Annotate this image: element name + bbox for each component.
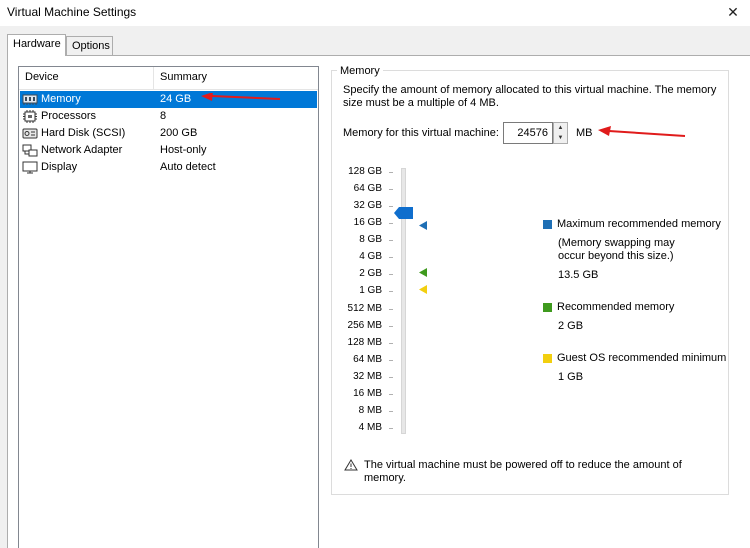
scale-tick bbox=[389, 377, 393, 378]
spin-up-icon[interactable]: ▲ bbox=[554, 123, 567, 133]
scale-tick bbox=[389, 257, 393, 258]
header-divider bbox=[19, 89, 318, 90]
scale-label: 8 MB bbox=[358, 405, 382, 416]
scale-tick bbox=[389, 274, 393, 275]
scale-label: 4 GB bbox=[359, 251, 382, 262]
device-summary: 24 GB bbox=[160, 93, 192, 105]
scale-label: 32 GB bbox=[353, 200, 382, 211]
scale-label: 64 MB bbox=[353, 354, 382, 365]
device-name: Display bbox=[41, 161, 78, 173]
processor-icon bbox=[23, 110, 37, 123]
scale-label: 1 GB bbox=[359, 285, 382, 296]
network-adapter-icon bbox=[22, 144, 38, 157]
summary-column-label: Summary bbox=[160, 71, 208, 83]
spin-down-icon[interactable]: ▼ bbox=[554, 133, 567, 143]
device-name: Processors bbox=[41, 110, 97, 122]
scale-label: 2 GB bbox=[359, 268, 382, 279]
guest-minimum-marker-icon bbox=[419, 285, 427, 294]
tab-hardware-label: Hardware bbox=[13, 38, 61, 50]
scale-tick bbox=[389, 206, 393, 207]
memory-field-label: Memory for this virtual machine: bbox=[343, 127, 499, 139]
device-column-header[interactable]: Device bbox=[19, 67, 154, 89]
scale-label: 128 MB bbox=[347, 337, 382, 348]
scale-tick bbox=[389, 189, 393, 190]
hard-disk-icon bbox=[22, 128, 38, 139]
warning-icon bbox=[344, 459, 358, 471]
scale-tick bbox=[389, 428, 393, 429]
scale-tick bbox=[389, 291, 393, 292]
scale-label: 16 GB bbox=[353, 217, 382, 228]
memory-unit: MB bbox=[576, 127, 593, 139]
device-list[interactable]: Device Summary Memory 24 GB Processors 8… bbox=[18, 66, 319, 548]
guest-minimum-swatch bbox=[543, 354, 552, 363]
memory-icon bbox=[22, 94, 38, 105]
scale-tick bbox=[389, 240, 393, 241]
power-off-warning: The virtual machine must be powered off … bbox=[364, 459, 682, 484]
device-name: Network Adapter bbox=[41, 144, 123, 156]
tab-options-label: Options bbox=[72, 40, 110, 52]
close-button[interactable]: ✕ bbox=[718, 1, 748, 23]
device-summary: Host-only bbox=[160, 144, 207, 156]
scale-tick bbox=[389, 172, 393, 173]
device-row-memory[interactable]: Memory 24 GB bbox=[20, 91, 317, 108]
max-recommended-note: (Memory swapping may occur beyond this s… bbox=[558, 237, 675, 262]
device-summary: Auto detect bbox=[160, 161, 216, 173]
max-recommended-label: Maximum recommended memory bbox=[557, 218, 721, 230]
device-column-label: Device bbox=[25, 71, 59, 83]
memory-group-title: Memory bbox=[337, 65, 383, 77]
scale-tick bbox=[389, 309, 393, 310]
max-recommended-value: 13.5 GB bbox=[558, 269, 599, 281]
scale-tick bbox=[389, 223, 393, 224]
device-row-display[interactable]: Display Auto detect bbox=[20, 159, 317, 176]
device-summary: 8 bbox=[160, 110, 167, 122]
memory-slider-thumb[interactable] bbox=[394, 206, 414, 220]
memory-spinner[interactable]: ▲ ▼ bbox=[553, 122, 568, 144]
title-bar: Virtual Machine Settings ✕ bbox=[0, 0, 750, 26]
recommended-value: 2 GB bbox=[558, 320, 584, 332]
scale-label: 16 MB bbox=[353, 388, 382, 399]
recommended-swatch bbox=[543, 303, 552, 312]
memory-description: Specify the amount of memory allocated t… bbox=[343, 84, 717, 109]
scale-label: 64 GB bbox=[353, 183, 382, 194]
device-row-processors[interactable]: Processors 8 bbox=[20, 108, 317, 125]
device-name: Hard Disk (SCSI) bbox=[41, 127, 126, 139]
scale-tick bbox=[389, 360, 393, 361]
display-icon bbox=[22, 161, 38, 174]
scale-label: 4 MB bbox=[358, 422, 382, 433]
device-row-hard-disk[interactable]: Hard Disk (SCSI) 200 GB bbox=[20, 125, 317, 142]
scale-tick bbox=[389, 411, 393, 412]
scale-tick bbox=[389, 326, 393, 327]
scale-tick bbox=[389, 343, 393, 344]
device-name: Memory bbox=[41, 93, 81, 105]
scale-label: 512 MB bbox=[347, 303, 382, 314]
scale-tick bbox=[389, 394, 393, 395]
tab-hardware[interactable]: Hardware bbox=[7, 34, 66, 56]
memory-input[interactable]: 24576 bbox=[503, 122, 553, 144]
max-recommended-swatch bbox=[543, 220, 552, 229]
guest-minimum-value: 1 GB bbox=[558, 371, 584, 383]
scale-label: 256 MB bbox=[347, 320, 382, 331]
scale-label: 128 GB bbox=[348, 166, 382, 177]
recommended-marker-icon bbox=[419, 268, 427, 277]
device-row-network-adapter[interactable]: Network Adapter Host-only bbox=[20, 142, 317, 159]
recommended-label: Recommended memory bbox=[557, 301, 675, 313]
tab-options[interactable]: Options bbox=[66, 36, 113, 56]
summary-column-header[interactable]: Summary bbox=[154, 67, 318, 89]
window-title: Virtual Machine Settings bbox=[7, 5, 137, 19]
scale-label: 32 MB bbox=[353, 371, 382, 382]
device-summary: 200 GB bbox=[160, 127, 198, 139]
max-recommended-marker-icon bbox=[419, 221, 427, 230]
scale-label: 8 GB bbox=[359, 234, 382, 245]
guest-minimum-label: Guest OS recommended minimum bbox=[557, 352, 727, 364]
